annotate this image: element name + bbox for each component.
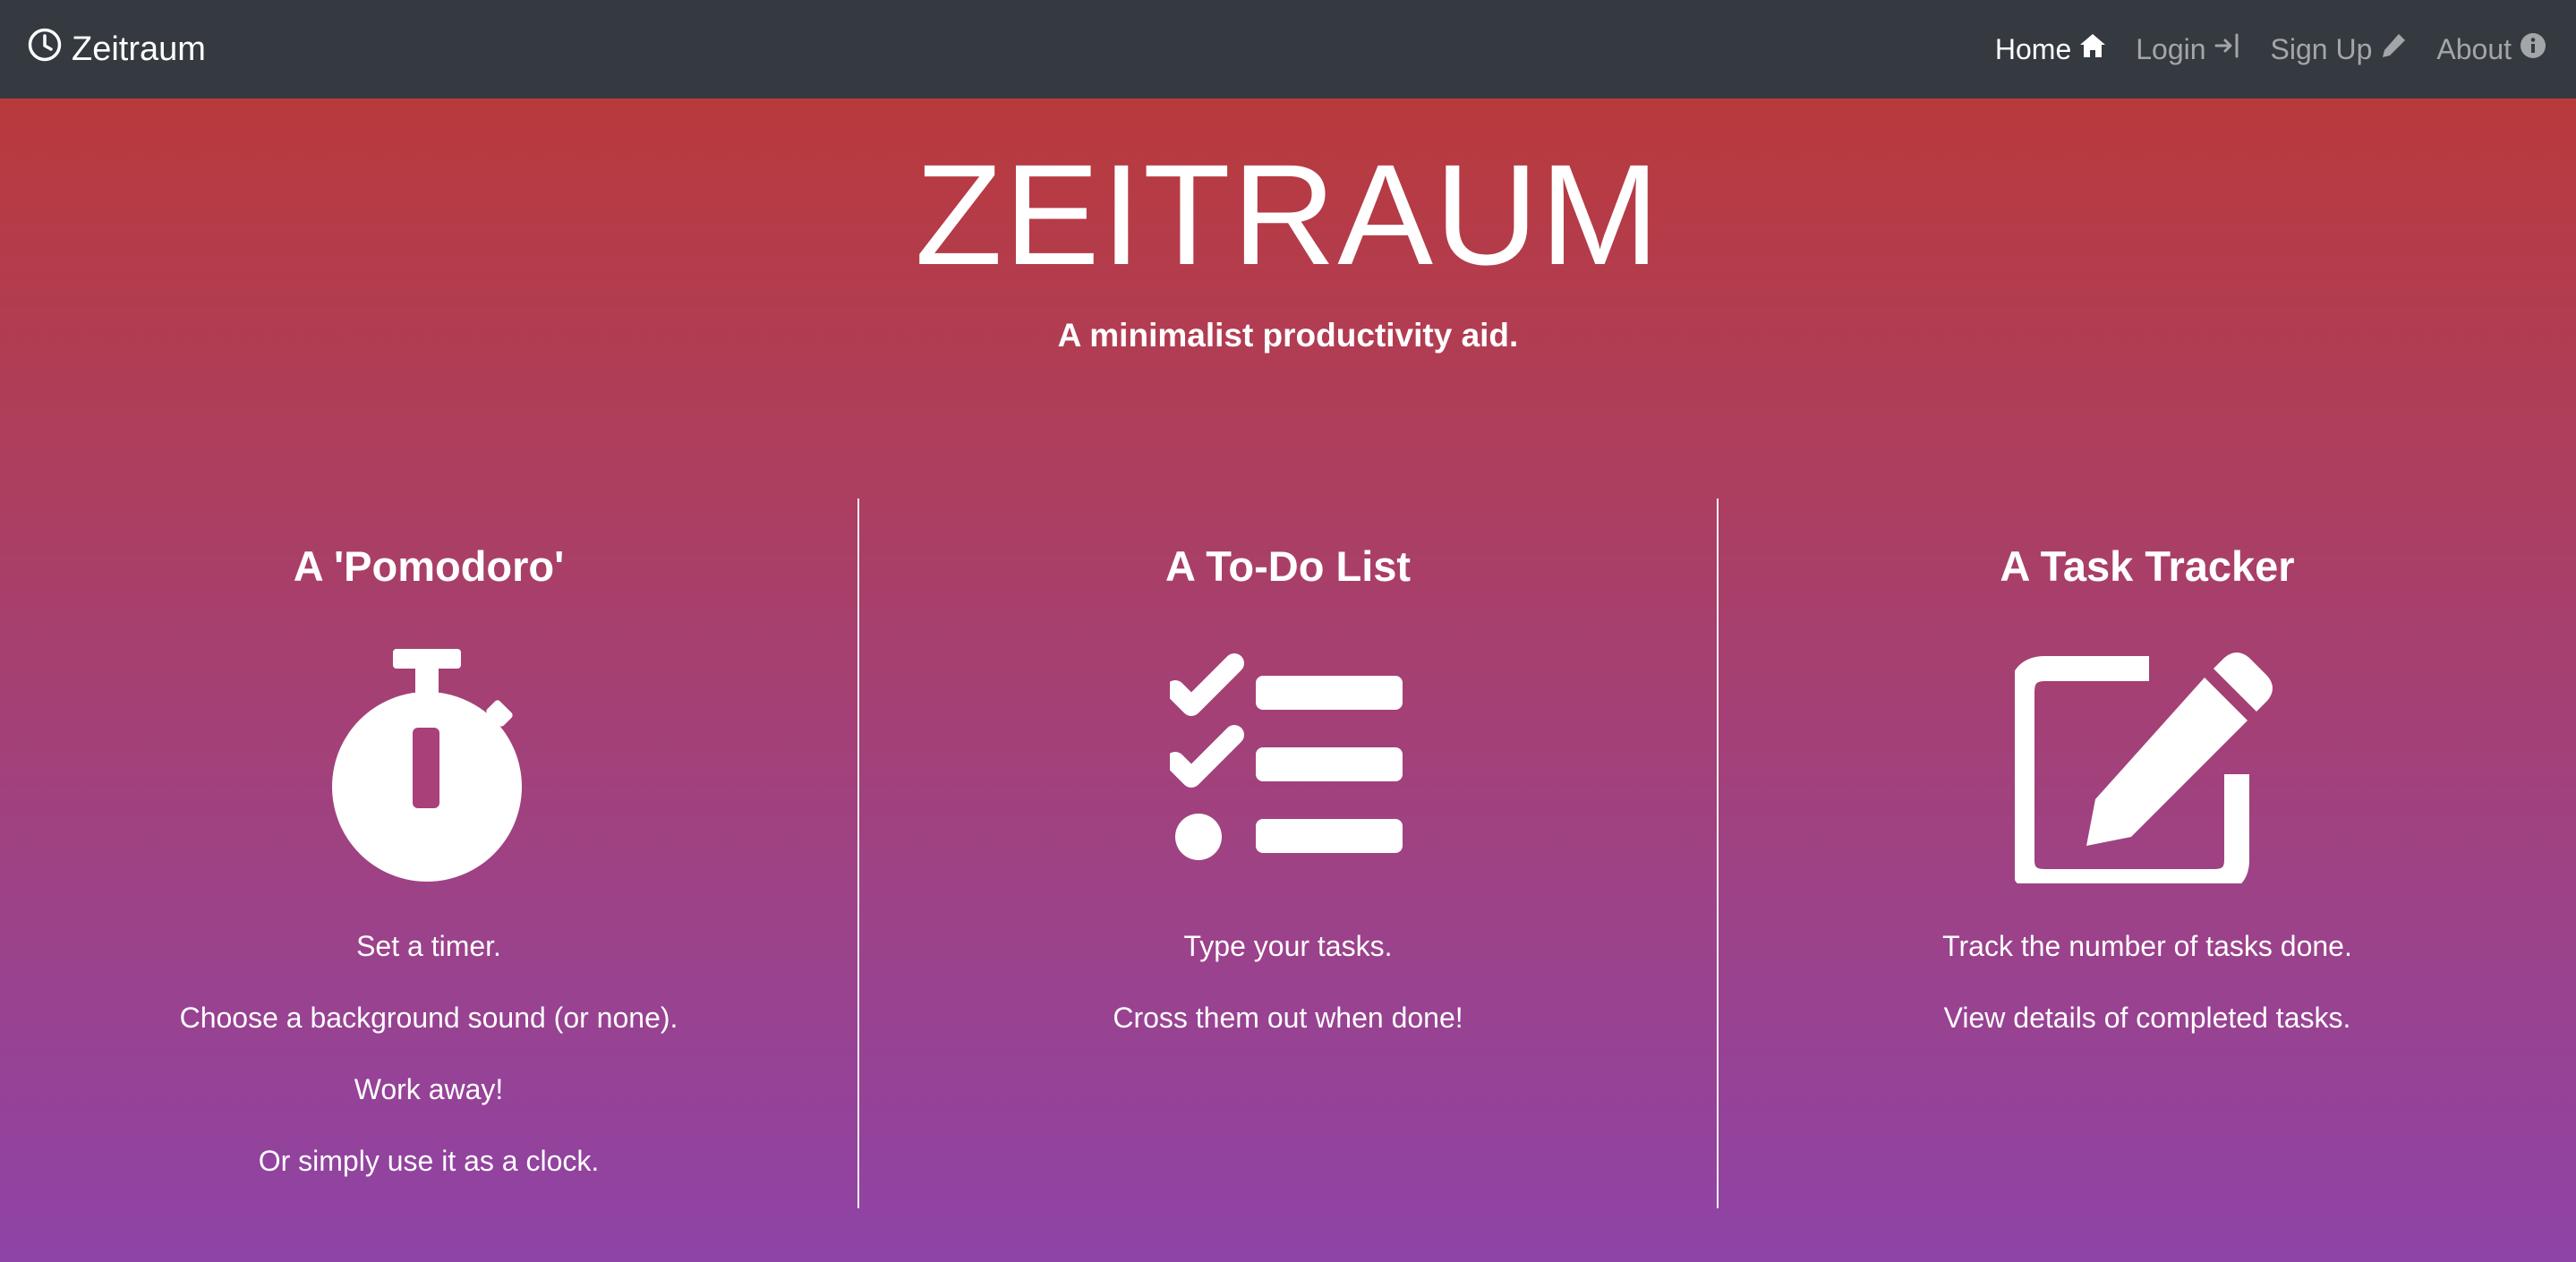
nav-signup-label: Sign Up bbox=[2270, 32, 2373, 65]
pencil-icon bbox=[2379, 31, 2408, 67]
feature-title: A 'Pomodoro' bbox=[293, 542, 565, 590]
nav-about-label: About bbox=[2436, 32, 2512, 65]
hero-title: ZEITRAUM bbox=[915, 134, 1661, 294]
nav-links: Home Login Sign Up About bbox=[1995, 31, 2549, 67]
feature-line: Or simply use it as a clock. bbox=[258, 1145, 600, 1177]
nav-home[interactable]: Home bbox=[1995, 31, 2107, 67]
feature-line: Cross them out when done! bbox=[1113, 1002, 1463, 1034]
stopwatch-icon bbox=[294, 649, 563, 883]
login-icon bbox=[2213, 31, 2242, 67]
nav-signup[interactable]: Sign Up bbox=[2271, 31, 2409, 67]
hero-section: ZEITRAUM A minimalist productivity aid. bbox=[0, 98, 2576, 354]
nav-about[interactable]: About bbox=[2436, 31, 2547, 67]
nav-home-label: Home bbox=[1994, 32, 2072, 65]
top-navbar: Zeitraum Home Login Sign Up About bbox=[0, 0, 2576, 98]
checklist-icon bbox=[1154, 649, 1422, 883]
nav-login-label: Login bbox=[2136, 32, 2206, 65]
info-icon bbox=[2519, 31, 2547, 67]
feature-line: Choose a background sound (or none). bbox=[179, 1002, 678, 1034]
feature-tracker: A Task Tracker Track the number of tasks… bbox=[1717, 499, 2576, 1208]
brand-link[interactable]: Zeitraum bbox=[27, 27, 206, 72]
feature-line: Track the number of tasks done. bbox=[1942, 930, 2352, 962]
feature-title: A Task Tracker bbox=[2000, 542, 2295, 590]
edit-icon bbox=[2013, 649, 2282, 883]
clock-icon bbox=[27, 27, 63, 72]
feature-todo: A To-Do List Type your tasks. Cross them… bbox=[857, 499, 1717, 1208]
feature-title: A To-Do List bbox=[1164, 542, 1412, 590]
feature-pomodoro: A 'Pomodoro' Set a timer. Choose a backg… bbox=[0, 499, 857, 1208]
hero-subtitle: A minimalist productivity aid. bbox=[1057, 317, 1519, 354]
brand-label: Zeitraum bbox=[72, 30, 206, 68]
features-section: A 'Pomodoro' Set a timer. Choose a backg… bbox=[0, 499, 2576, 1208]
nav-login[interactable]: Login bbox=[2136, 31, 2241, 67]
feature-line: View details of completed tasks. bbox=[1943, 1002, 2351, 1034]
feature-line: Work away! bbox=[354, 1073, 504, 1105]
feature-line: Set a timer. bbox=[356, 930, 501, 962]
feature-line: Type your tasks. bbox=[1183, 930, 1393, 962]
home-icon bbox=[2078, 31, 2107, 67]
